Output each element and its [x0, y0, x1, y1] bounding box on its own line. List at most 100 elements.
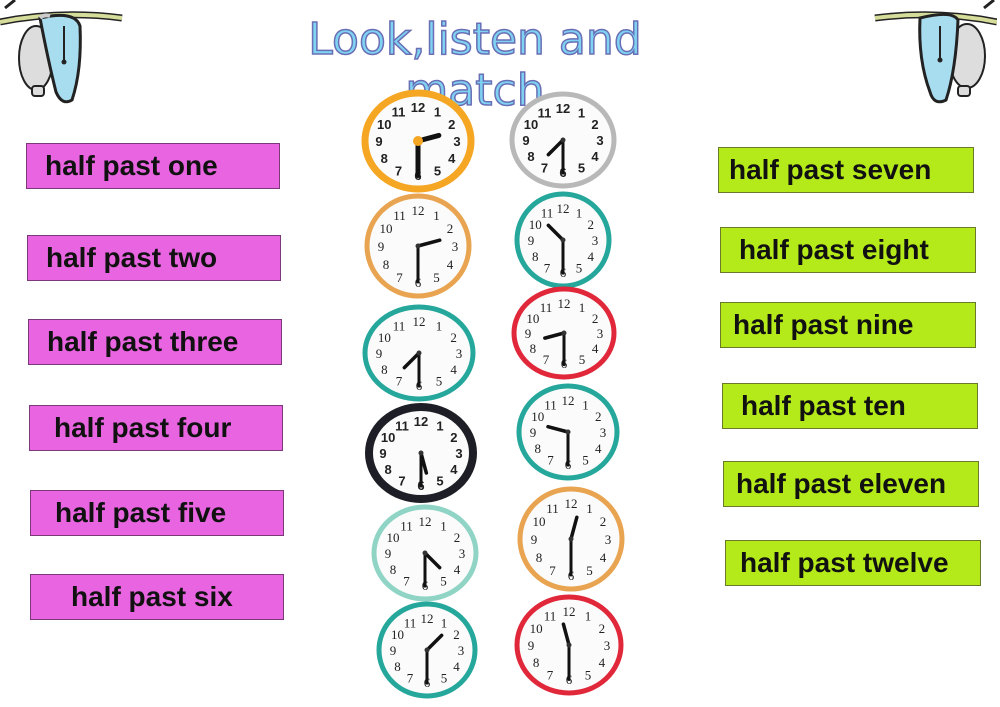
clock-numeral: 8	[530, 341, 537, 356]
clock-numeral: 2	[453, 627, 460, 642]
clock-numeral: 9	[525, 326, 532, 341]
label-half-past-five[interactable]: half past five	[30, 490, 284, 536]
label-half-past-one[interactable]: half past one	[26, 143, 280, 189]
clock-numeral: 8	[381, 151, 388, 166]
clock-numeral: 9	[379, 446, 386, 461]
clock-numeral: 11	[395, 418, 409, 433]
label-half-past-six[interactable]: half past six	[30, 574, 284, 620]
clock-numeral: 5	[576, 261, 583, 276]
label-half-past-ten[interactable]: half past ten	[722, 383, 978, 429]
label-half-past-twelve[interactable]: half past twelve	[725, 540, 981, 586]
label-half-past-three[interactable]: half past three	[28, 319, 282, 365]
clock-3[interactable]: 121234567891011	[363, 192, 473, 300]
clock-numeral: 11	[546, 501, 559, 516]
clock-numeral: 8	[394, 659, 401, 674]
clock-center	[561, 330, 567, 336]
clock-numeral: 5	[582, 453, 589, 468]
clock-numeral: 7	[547, 453, 554, 468]
clock-numeral: 3	[453, 134, 460, 149]
clock-numeral: 4	[448, 151, 456, 166]
clock-center	[416, 350, 422, 356]
clock-numeral: 7	[396, 270, 403, 285]
clock-numeral: 2	[591, 117, 598, 132]
clock-numeral: 4	[595, 441, 602, 456]
clock-numeral: 7	[549, 563, 556, 578]
label-text: half past ten	[741, 390, 906, 421]
label-text: half past five	[55, 497, 227, 528]
melting-clock-right-icon	[874, 0, 997, 104]
clock-5[interactable]: 121234567891011	[361, 303, 477, 403]
label-text: half past nine	[733, 309, 914, 340]
label-half-past-nine[interactable]: half past nine	[720, 302, 976, 348]
clock-numeral: 9	[375, 134, 382, 149]
clock-numeral: 3	[597, 326, 604, 341]
clock-1[interactable]: 121234567891011	[361, 89, 475, 193]
clock-numeral: 2	[447, 221, 454, 236]
clock-numeral: 7	[398, 474, 405, 489]
clock-6[interactable]: 121234567891011	[510, 285, 618, 381]
clock-numeral: 12	[558, 296, 571, 311]
clock-numeral: 5	[586, 563, 593, 578]
clock-2[interactable]: 121234567891011	[508, 90, 618, 190]
clock-numeral: 9	[528, 638, 535, 653]
clock-numeral: 8	[390, 562, 397, 577]
clock-numeral: 5	[434, 163, 441, 178]
clock-numeral: 1	[579, 300, 586, 315]
clock-center	[424, 647, 430, 653]
clock-numeral: 3	[604, 638, 611, 653]
clock-numeral: 7	[547, 667, 554, 682]
clock-numeral: 4	[587, 249, 594, 264]
clock-8[interactable]: 121234567891011	[515, 382, 621, 482]
label-half-past-eight[interactable]: half past eight	[720, 227, 976, 273]
clock-4[interactable]: 121234567891011	[513, 190, 613, 290]
clock-numeral: 4	[600, 550, 607, 565]
clock-numeral: 1	[436, 418, 443, 433]
clock-numeral: 12	[414, 414, 428, 429]
clock-10[interactable]: 121234567891011	[516, 485, 626, 593]
clock-9[interactable]: 121234567891011	[370, 503, 480, 603]
clock-numeral: 7	[543, 352, 550, 367]
clock-numeral: 12	[565, 496, 578, 511]
clock-numeral: 4	[450, 362, 457, 377]
clock-numeral: 11	[393, 318, 406, 333]
clock-12[interactable]: 121234567891011	[513, 593, 625, 697]
clock-numeral: 5	[433, 270, 440, 285]
clock-numeral: 8	[536, 550, 543, 565]
clock-numeral: 5	[440, 574, 447, 589]
clock-numeral: 1	[578, 105, 585, 120]
clock-numeral: 5	[585, 667, 592, 682]
clock-numeral: 3	[458, 643, 465, 658]
label-text: half past twelve	[740, 547, 949, 578]
clock-numeral: 3	[596, 133, 603, 148]
clock-numeral: 10	[379, 221, 392, 236]
clock-numeral: 7	[544, 261, 551, 276]
clock-numeral: 1	[585, 609, 592, 624]
clock-numeral: 4	[447, 257, 454, 272]
clock-numeral: 8	[534, 441, 541, 456]
clock-center	[413, 136, 423, 146]
clock-numeral: 10	[530, 621, 543, 636]
label-text: half past six	[71, 581, 233, 612]
label-half-past-eleven[interactable]: half past eleven	[723, 461, 979, 507]
clock-numeral: 11	[538, 105, 552, 120]
clock-numeral: 3	[452, 239, 459, 254]
clock-numeral: 7	[403, 574, 410, 589]
label-half-past-four[interactable]: half past four	[29, 405, 283, 451]
label-text: half past one	[45, 150, 218, 181]
label-half-past-two[interactable]: half past two	[27, 235, 281, 281]
clock-numeral: 3	[455, 446, 462, 461]
clock-numeral: 8	[384, 462, 391, 477]
clock-numeral: 7	[396, 374, 403, 389]
clock-numeral: 12	[556, 101, 570, 116]
label-half-past-seven[interactable]: half past seven	[718, 147, 974, 193]
clock-numeral: 12	[421, 611, 434, 626]
clock-7[interactable]: 121234567891011	[365, 403, 477, 503]
clock-11[interactable]: 121234567891011	[375, 600, 479, 700]
clock-numeral: 2	[595, 409, 602, 424]
clock-numeral: 10	[531, 409, 544, 424]
clock-numeral: 1	[441, 615, 448, 630]
clock-numeral: 1	[440, 518, 447, 533]
clock-numeral: 5	[579, 352, 586, 367]
clock-numeral: 10	[378, 330, 391, 345]
clock-numeral: 8	[381, 362, 388, 377]
